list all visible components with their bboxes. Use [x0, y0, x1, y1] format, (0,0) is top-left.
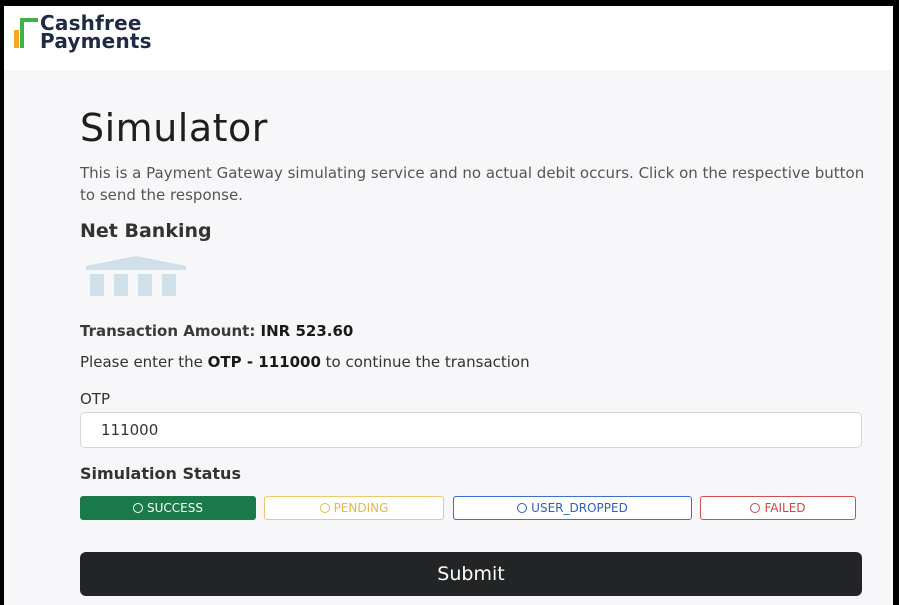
check-circle-icon — [133, 503, 143, 513]
status-success-label: SUCCESS — [147, 501, 203, 515]
page-title: Simulator — [80, 106, 268, 150]
simulation-status-heading: Simulation Status — [80, 464, 241, 483]
otp-instruction: Please enter the OTP - 111000 to continu… — [80, 353, 530, 371]
bank-icon — [86, 256, 186, 296]
logo-line-2: Payments — [40, 29, 152, 53]
transaction-amount: Transaction Amount: INR 523.60 — [80, 322, 353, 340]
status-failed-button[interactable]: FAILED — [700, 496, 856, 520]
status-user-dropped-label: USER_DROPPED — [531, 501, 628, 515]
status-pending-label: PENDING — [333, 501, 389, 515]
page-description: This is a Payment Gateway simulating ser… — [80, 164, 865, 204]
status-failed-label: FAILED — [764, 501, 806, 515]
cashfree-logo-mark-icon — [14, 18, 38, 48]
radio-circle-icon — [750, 503, 761, 513]
status-pending-button[interactable]: PENDING — [264, 496, 444, 520]
status-user-dropped-button[interactable]: USER_DROPPED — [453, 496, 692, 520]
radio-circle-icon — [319, 503, 330, 513]
payment-method-heading: Net Banking — [80, 220, 212, 242]
simulator-page: Cashfree Payments Simulator This is a Pa… — [4, 6, 893, 605]
status-success-button[interactable]: SUCCESS — [80, 496, 256, 520]
otp-instruction-suffix: to continue the transaction — [320, 353, 530, 371]
otp-instruction-code: OTP - 111000 — [207, 353, 321, 371]
cashfree-logo[interactable]: Cashfree Payments — [12, 13, 242, 64]
transaction-amount-label: Transaction Amount: — [80, 322, 261, 340]
logo-text: Cashfree Payments — [40, 13, 152, 53]
header-bar: Cashfree Payments — [4, 6, 893, 70]
transaction-amount-value: INR 523.60 — [260, 322, 354, 340]
otp-input[interactable] — [80, 412, 862, 448]
submit-button[interactable]: Submit — [80, 552, 862, 596]
otp-instruction-prefix: Please enter the — [80, 353, 208, 371]
otp-label: OTP — [80, 390, 111, 408]
radio-circle-icon — [517, 503, 528, 513]
